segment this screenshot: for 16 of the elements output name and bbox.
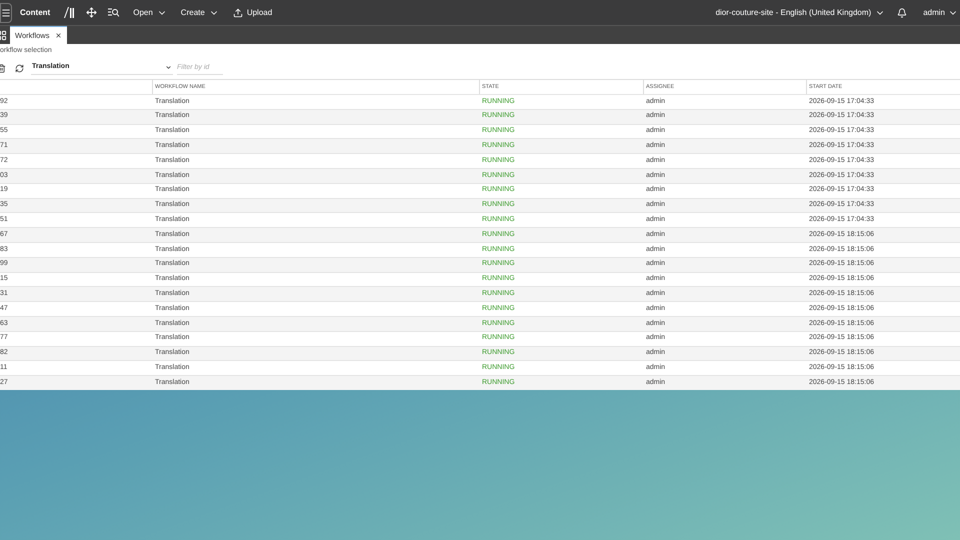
search-list-icon[interactable]: [108, 8, 120, 17]
move-icon[interactable]: [86, 7, 98, 18]
user-menu[interactable]: admin: [923, 6, 958, 18]
menu-item[interactable]: Create: [180, 6, 219, 18]
menu-item[interactable]: Open: [133, 6, 167, 18]
notification-icon[interactable]: [897, 8, 908, 18]
menu-icon: [1, 8, 11, 18]
upload-icon: [232, 8, 243, 18]
site-selector[interactable]: dior-couture-site - English (United Kingdom): [716, 6, 886, 18]
menu-button[interactable]: [0, 2, 12, 22]
refresh-icon[interactable]: [15, 64, 24, 72]
chevron-icon: [165, 64, 172, 71]
section-title: Content: [20, 6, 50, 18]
close-icon[interactable]: [55, 32, 62, 39]
bars-icon[interactable]: [64, 7, 74, 18]
menu-item[interactable]: Upload: [232, 6, 272, 18]
